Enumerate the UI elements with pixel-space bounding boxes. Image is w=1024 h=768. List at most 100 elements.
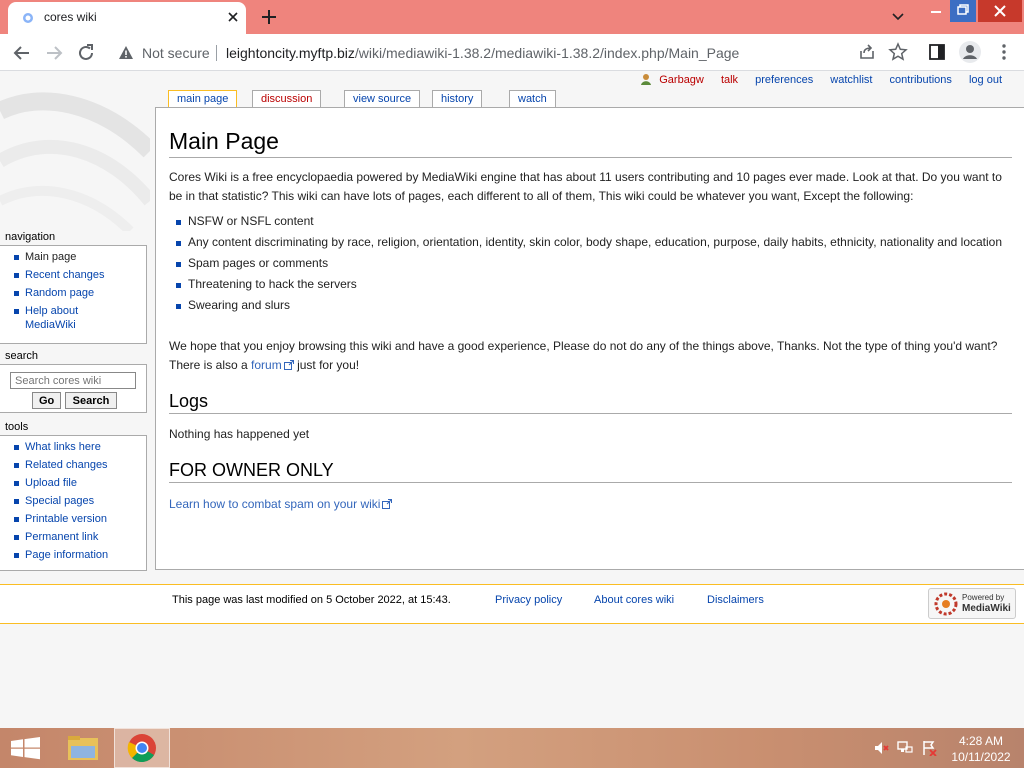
- sidebar-item-random-page[interactable]: Random page: [14, 286, 146, 300]
- mediawiki-text: MediaWiki: [962, 603, 1011, 614]
- talk-link[interactable]: talk: [721, 74, 738, 86]
- combat-spam-label: Learn how to combat spam on your wiki: [169, 497, 381, 511]
- sidebar-item-permanent-link[interactable]: Permanent link: [14, 530, 146, 544]
- forum-link-label: forum: [251, 358, 282, 372]
- page-footer: This page was last modified on 5 October…: [0, 584, 1024, 624]
- menu-kebab-icon[interactable]: [994, 42, 1014, 62]
- page-title: Main Page: [169, 128, 1012, 158]
- sidebar-link-label[interactable]: Permanent link: [25, 531, 98, 543]
- privacy-policy-link[interactable]: Privacy policy: [495, 594, 562, 606]
- navigation-heading: navigation: [5, 231, 56, 243]
- tab-history[interactable]: history: [432, 90, 483, 108]
- forum-link[interactable]: forum: [251, 358, 294, 372]
- tab-watch[interactable]: watch: [509, 90, 556, 108]
- logs-text: Nothing has happened yet: [169, 427, 310, 441]
- windows-start-icon[interactable]: [0, 728, 56, 768]
- powered-by-mediawiki-badge[interactable]: Powered by MediaWiki: [928, 588, 1016, 619]
- address-bar[interactable]: Not secure leightoncity.myftp.biz/wiki/m…: [110, 38, 835, 67]
- sidebar-item-what-links-here[interactable]: What links here: [14, 440, 146, 454]
- sidebar-link-label[interactable]: Special pages: [25, 495, 94, 507]
- sidebar-link-label[interactable]: Printable version: [25, 513, 107, 525]
- personal-tools: Garbagw talk preferences watchlist contr…: [640, 73, 1002, 86]
- close-tab-icon[interactable]: [224, 8, 242, 26]
- chrome-icon: [127, 734, 156, 763]
- new-tab-icon[interactable]: [258, 6, 280, 28]
- not-secure-label[interactable]: Not secure: [142, 45, 210, 61]
- chrome-taskbar-button[interactable]: [114, 728, 170, 768]
- logs-heading: Logs: [169, 391, 1012, 414]
- search-portlet: Go Search: [0, 364, 147, 413]
- list-item: NSFW or NSFL content: [176, 212, 1018, 231]
- back-icon[interactable]: [10, 41, 34, 65]
- tab-view-source[interactable]: view source: [344, 90, 421, 108]
- sidebar-link-label[interactable]: Upload file: [25, 477, 77, 489]
- close-window-icon[interactable]: [978, 0, 1022, 22]
- watchlist-link[interactable]: watchlist: [830, 74, 872, 86]
- wiki-page: Garbagw talk preferences watchlist contr…: [0, 71, 1024, 728]
- list-item: Spam pages or comments: [176, 254, 1018, 273]
- external-link-icon: [283, 360, 294, 370]
- powered-by-text: Powered by: [962, 593, 1005, 602]
- system-clock[interactable]: 4:28 AM 10/11/2022: [946, 733, 1016, 765]
- url-path: /wiki/mediawiki-1.38.2/mediawiki-1.38.2/…: [354, 45, 740, 61]
- search-input[interactable]: [10, 372, 136, 389]
- logout-link[interactable]: log out: [969, 74, 1002, 86]
- profile-avatar-icon[interactable]: [958, 40, 982, 64]
- sidebar-link-label[interactable]: What links here: [25, 441, 101, 453]
- tab-search-chevron-icon[interactable]: [888, 8, 908, 26]
- sidebar-link-label[interactable]: Main page: [25, 251, 76, 263]
- forward-icon[interactable]: [42, 41, 66, 65]
- username-link[interactable]: Garbagw: [659, 74, 704, 86]
- owner-paragraph: Learn how to combat spam on your wiki: [169, 495, 393, 514]
- sidebar-item-upload-file[interactable]: Upload file: [14, 476, 146, 490]
- clock-time: 4:28 AM: [958, 734, 1004, 748]
- go-button[interactable]: Go: [32, 392, 62, 409]
- sidebar-item-printable-version[interactable]: Printable version: [14, 512, 146, 526]
- sidebar-item-recent-changes[interactable]: Recent changes: [14, 268, 146, 282]
- sidebar-link-label[interactable]: Related changes: [25, 459, 108, 471]
- file-explorer-icon[interactable]: [56, 728, 112, 768]
- sidebar-item-related-changes[interactable]: Related changes: [14, 458, 146, 472]
- owner-heading: FOR OWNER ONLY: [169, 460, 1012, 483]
- last-modified-text: This page was last modified on 5 October…: [172, 594, 451, 606]
- sidebar-item-help[interactable]: Help about MediaWiki: [14, 304, 146, 332]
- volume-muted-icon[interactable]: [873, 740, 889, 756]
- minimize-icon[interactable]: [922, 0, 950, 22]
- reload-icon[interactable]: [74, 41, 98, 65]
- tab-discussion[interactable]: discussion: [252, 90, 322, 108]
- clock-date: 10/11/2022: [951, 750, 1011, 764]
- sidebar-link-label[interactable]: Random page: [25, 287, 94, 299]
- tools-portlet: What links here Related changes Upload f…: [0, 435, 147, 571]
- browser-toolbar: Not secure leightoncity.myftp.biz/wiki/m…: [0, 34, 1024, 71]
- sidebar-link-label[interactable]: Help about: [25, 305, 78, 317]
- rules-list: NSFW or NSFL content Any content discrim…: [176, 212, 1018, 317]
- sidebar-item-page-information[interactable]: Page information: [14, 548, 146, 562]
- user-icon: [641, 74, 652, 85]
- omnibox-separator: [216, 45, 217, 61]
- url-text[interactable]: leightoncity.myftp.biz/wiki/mediawiki-1.…: [226, 45, 739, 61]
- about-link[interactable]: About cores wiki: [594, 594, 674, 606]
- wiki-favicon-icon: [23, 13, 33, 23]
- combat-spam-link[interactable]: Learn how to combat spam on your wiki: [169, 497, 393, 511]
- outro-paragraph: We hope that you enjoy browsing this wik…: [169, 337, 1014, 375]
- preferences-link[interactable]: preferences: [755, 74, 813, 86]
- sidebar-item-main-page[interactable]: Main page: [14, 250, 146, 264]
- search-button[interactable]: Search: [65, 392, 117, 409]
- share-icon[interactable]: [857, 42, 877, 62]
- sidebar-link-label[interactable]: Page information: [25, 549, 108, 561]
- contributions-link[interactable]: contributions: [890, 74, 952, 86]
- main-content: Main Page Cores Wiki is a free encyclopa…: [155, 107, 1024, 570]
- network-icon[interactable]: [897, 740, 913, 756]
- browser-tab[interactable]: cores wiki: [8, 2, 246, 34]
- restore-icon[interactable]: [950, 0, 976, 22]
- disclaimers-link[interactable]: Disclaimers: [707, 594, 764, 606]
- sidebar-link-label[interactable]: MediaWiki: [25, 319, 76, 331]
- sidebar-link-label[interactable]: Recent changes: [25, 269, 105, 281]
- url-host: leightoncity.myftp.biz: [226, 45, 355, 61]
- warning-icon[interactable]: [118, 45, 134, 61]
- sidebar-item-special-pages[interactable]: Special pages: [14, 494, 146, 508]
- side-panel-icon[interactable]: [927, 42, 947, 62]
- wiki-logo-swirl: [0, 92, 150, 231]
- bookmark-star-icon[interactable]: [888, 42, 908, 62]
- action-center-icon[interactable]: [921, 740, 937, 756]
